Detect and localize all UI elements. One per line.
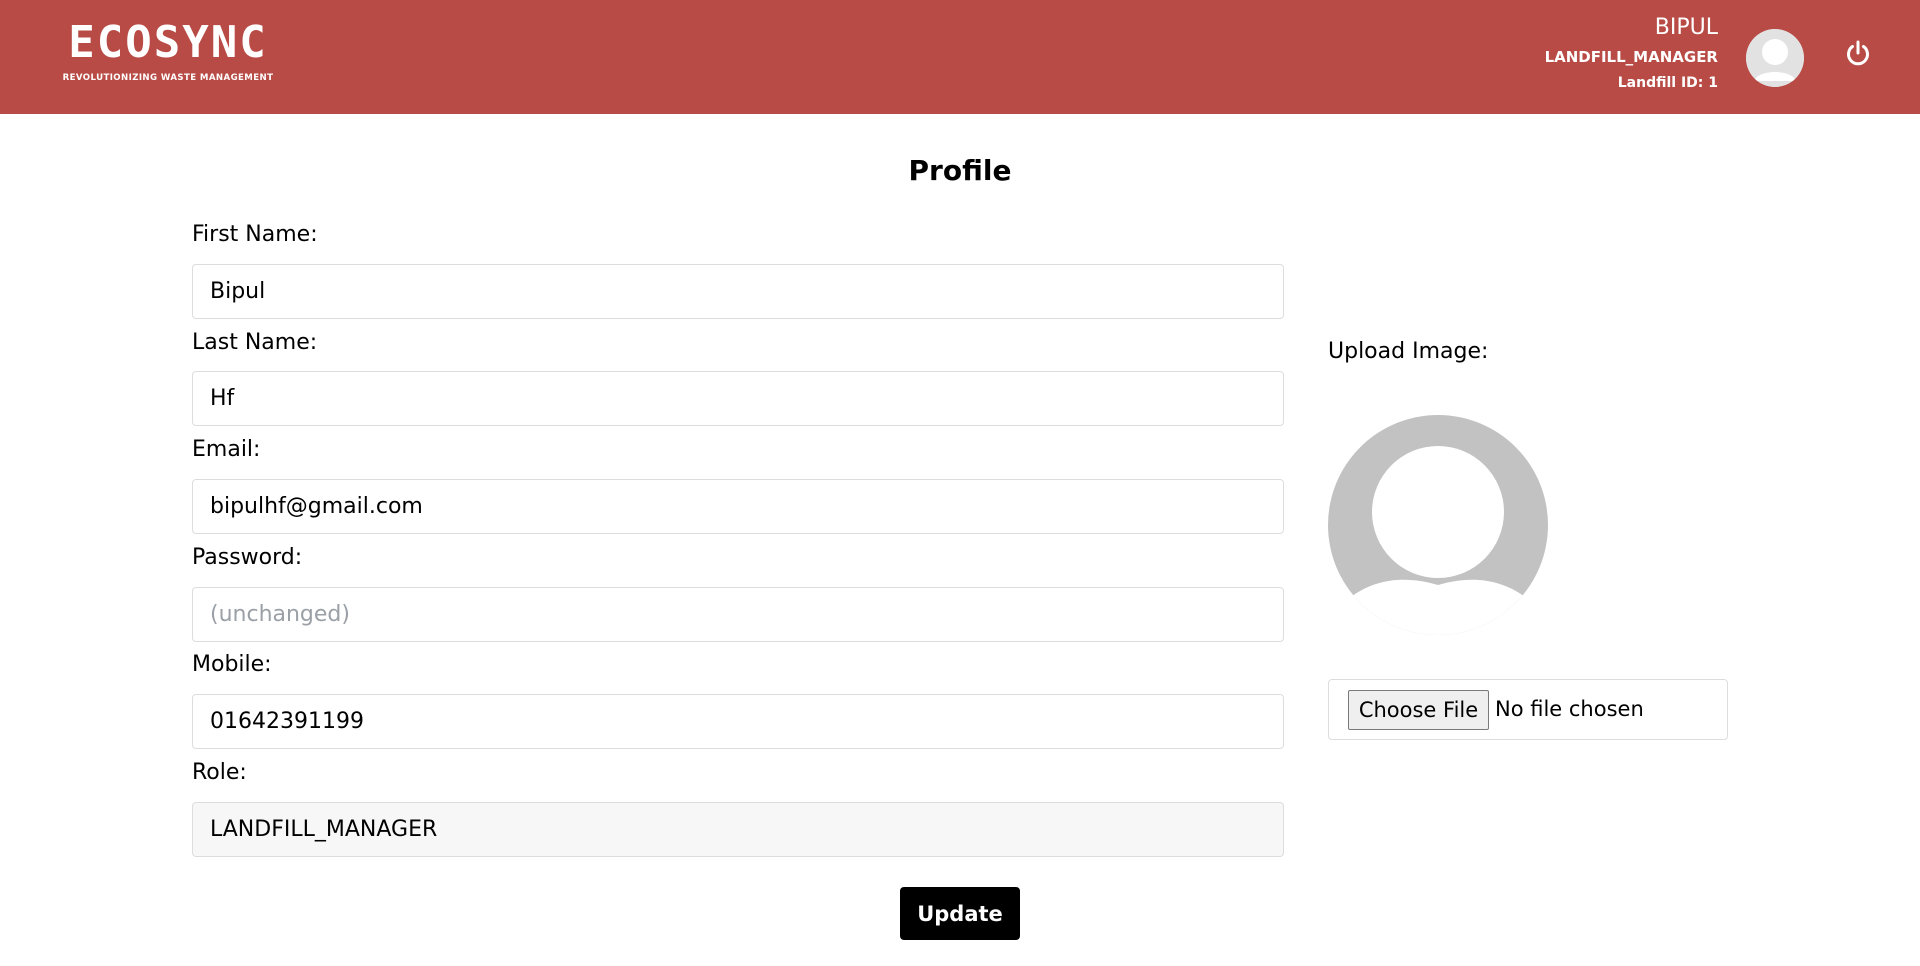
user-role: LANDFILL_MANAGER [1544, 48, 1718, 66]
last-name-label: Last Name: [192, 330, 318, 355]
power-icon[interactable] [1843, 38, 1873, 68]
file-upload-input[interactable]: Choose File No file chosen [1328, 679, 1728, 740]
email-field[interactable] [192, 479, 1284, 534]
role-field [192, 802, 1284, 857]
email-label: Email: [192, 437, 261, 462]
first-name-label: First Name: [192, 222, 318, 247]
mobile-field[interactable] [192, 694, 1284, 749]
role-label: Role: [192, 760, 247, 785]
choose-file-button[interactable]: Choose File [1348, 690, 1489, 730]
logo-wordmark: ECOSYNC [68, 17, 268, 68]
user-info: BIPUL LANDFILL_MANAGER Landfill ID: 1 [1545, 12, 1718, 96]
landfill-id: Landfill ID: 1 [1617, 75, 1718, 91]
password-field[interactable] [192, 587, 1284, 642]
ecosync-logo[interactable]: ECOSYNC REVOLUTIONIZING WASTE MANAGEMENT [62, 18, 274, 84]
first-name-field[interactable] [192, 264, 1284, 319]
password-label: Password: [192, 545, 303, 570]
update-button[interactable]: Update [900, 887, 1020, 940]
file-status-text: No file chosen [1495, 697, 1644, 721]
mobile-label: Mobile: [192, 652, 272, 677]
upload-image-label: Upload Image: [1328, 339, 1489, 364]
top-navbar: ECOSYNC REVOLUTIONIZING WASTE MANAGEMENT… [0, 0, 1920, 114]
logo-tagline: REVOLUTIONIZING WASTE MANAGEMENT [62, 73, 274, 83]
last-name-field[interactable] [192, 371, 1284, 426]
user-name: BIPUL [1654, 15, 1718, 40]
user-avatar-icon[interactable] [1746, 29, 1804, 87]
page-title: Profile [908, 154, 1012, 187]
default-avatar-icon [1328, 415, 1548, 635]
